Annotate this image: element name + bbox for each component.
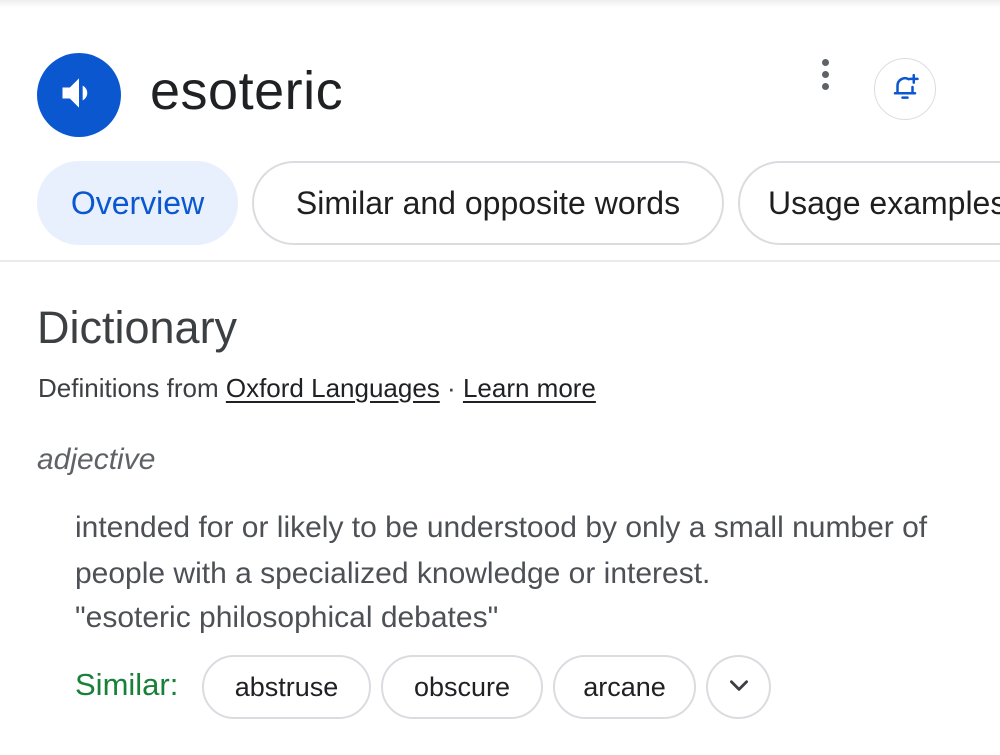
example-sentence: "esoteric philosophical debates"	[75, 601, 499, 634]
tab-overview[interactable]: Overview	[37, 161, 238, 245]
definition-text: intended for or likely to be understood …	[75, 511, 928, 590]
tab-similar-and-opposite-words[interactable]: Similar and opposite words	[252, 161, 724, 245]
chevron-down-icon	[726, 672, 752, 703]
oxford-languages-link[interactable]: Oxford Languages	[226, 373, 440, 403]
bell-plus-icon	[890, 72, 920, 107]
dictionary-page: esoteric Overview Similar and opposite w…	[0, 0, 1000, 755]
tab-usage-examples[interactable]: Usage examples	[738, 161, 1000, 245]
similar-word-chip[interactable]: arcane	[553, 655, 696, 719]
more-vert-icon	[821, 58, 829, 66]
source-line: Definitions from Oxford Languages · Lear…	[38, 370, 596, 406]
similar-label: Similar:	[75, 667, 179, 702]
more-options-button[interactable]	[808, 54, 842, 94]
similar-word-chip[interactable]: abstruse	[202, 655, 371, 719]
word-title: esoteric	[150, 61, 344, 121]
separator: ·	[447, 373, 456, 403]
source-prefix: Definitions from	[38, 373, 219, 403]
top-shadow	[0, 0, 1000, 8]
pronunciation-button[interactable]	[37, 53, 121, 137]
volume-icon	[57, 71, 101, 120]
tabs-divider	[0, 260, 1000, 262]
part-of-speech: adjective	[37, 443, 156, 476]
section-title: Dictionary	[37, 302, 238, 353]
expand-similar-button[interactable]	[706, 655, 771, 719]
similar-word-chip[interactable]: obscure	[381, 655, 543, 719]
learn-more-link[interactable]: Learn more	[463, 373, 596, 403]
create-alert-button[interactable]	[874, 58, 936, 120]
